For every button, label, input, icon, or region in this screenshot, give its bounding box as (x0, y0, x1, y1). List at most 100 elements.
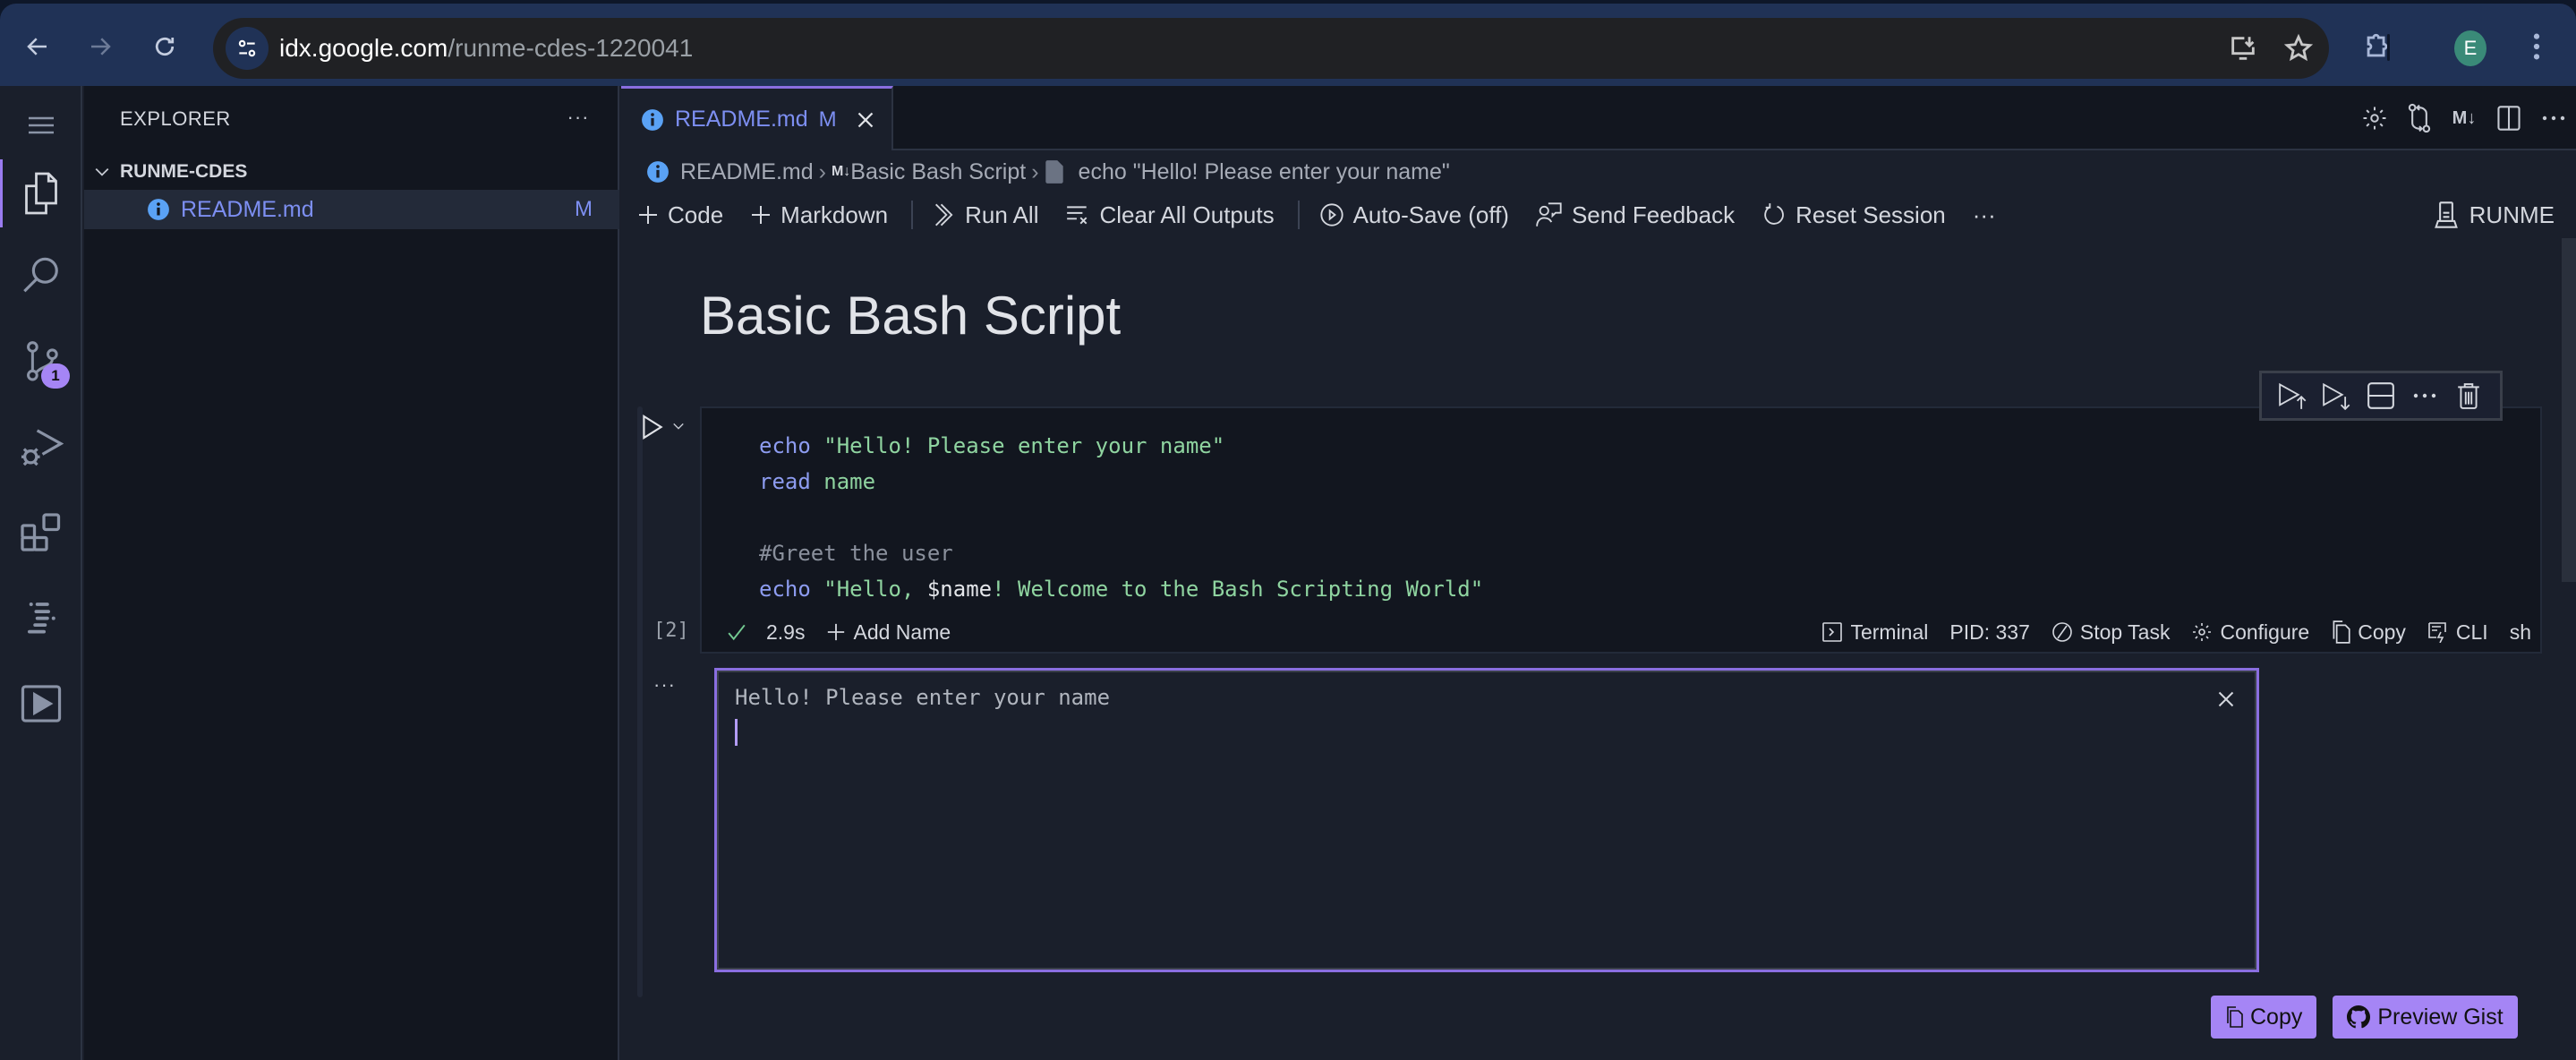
chevron-right-icon: › (818, 158, 826, 184)
success-check-icon (727, 622, 746, 642)
code-token: echo (759, 577, 811, 602)
run-above-button[interactable] (2273, 378, 2313, 414)
cli-button[interactable]: CLI (2427, 620, 2488, 645)
code-content[interactable]: echo "Hello! Please enter your name" read… (759, 428, 1483, 607)
extensions-icon (21, 513, 61, 551)
explorer-sidebar: EXPLORER ··· RUNME-CDES README.md M (84, 86, 619, 1060)
tab-close-button[interactable] (853, 107, 878, 132)
add-markdown-button[interactable]: Markdown (750, 201, 888, 229)
terminal-output[interactable]: Hello! Please enter your name (714, 668, 2259, 972)
code-token: echo (759, 433, 811, 458)
add-code-button[interactable]: Code (637, 201, 723, 229)
open-terminal-button[interactable]: Terminal (1821, 620, 1928, 645)
send-feedback-button[interactable]: Send Feedback (1536, 201, 1735, 229)
markdown-heading[interactable]: Basic Bash Script (700, 285, 1121, 346)
back-button[interactable] (20, 29, 55, 64)
code-line[interactable]: read name (759, 464, 1483, 500)
play-icon (643, 415, 663, 440)
code-line[interactable]: echo "Hello! Please enter your name" (759, 428, 1483, 464)
outline-icon (28, 603, 55, 634)
activity-explorer[interactable] (0, 152, 82, 235)
arrow-left-icon (27, 38, 47, 56)
site-info-button[interactable] (226, 27, 269, 70)
editor-scrollbar[interactable] (2562, 238, 2576, 582)
split-editor-icon (2497, 106, 2521, 131)
copy-command-button[interactable]: Copy (2331, 620, 2406, 645)
auto-save-toggle[interactable]: Auto-Save (off) (1319, 201, 1509, 229)
clear-outputs-button[interactable]: Clear All Outputs (1065, 201, 1275, 229)
delete-cell-button[interactable] (2449, 378, 2488, 414)
code-token: #Greet the user (759, 541, 953, 566)
open-markdown-button[interactable]: M↓ (2442, 100, 2486, 136)
activity-source-control[interactable]: 1 (0, 321, 82, 403)
cell-more-button[interactable] (2405, 378, 2444, 414)
code-line[interactable]: echo "Hello, $name! Welcome to the Bash … (759, 571, 1483, 607)
run-below-icon (2323, 382, 2350, 410)
run-above-icon (2278, 382, 2306, 409)
toolbar-more-button[interactable]: ··· (1973, 201, 1996, 229)
preview-gist-button[interactable]: Preview Gist (2333, 996, 2518, 1039)
compare-changes-button[interactable] (2397, 100, 2442, 136)
server-icon (2434, 201, 2459, 229)
terminal-icon (1821, 621, 1843, 643)
code-line[interactable]: #Greet the user (759, 535, 1483, 571)
editor-more-button[interactable] (2531, 100, 2576, 136)
bookmark-button[interactable] (2282, 32, 2315, 64)
hamburger-icon (29, 116, 54, 134)
gear-icon (2191, 621, 2213, 643)
tab-readme[interactable]: README.md M (621, 86, 893, 150)
profile-avatar[interactable]: E (2454, 30, 2486, 66)
run-below-button[interactable] (2317, 378, 2357, 414)
activity-search[interactable] (0, 235, 82, 317)
activity-extensions[interactable] (0, 492, 82, 575)
feedback-icon (1536, 201, 1563, 228)
sidebar-more-button[interactable]: ··· (560, 102, 596, 132)
add-name-button[interactable]: Add Name (826, 620, 951, 645)
stop-task-button[interactable]: Stop Task (2051, 620, 2170, 645)
more-icon (2542, 115, 2565, 121)
activity-run-debug[interactable] (0, 406, 82, 489)
info-icon (647, 161, 669, 183)
close-output-button[interactable] (2212, 685, 2240, 714)
cell-status-bar: 2.9s Add Name Terminal PID: 337 Stop Tas… (700, 614, 2542, 650)
output-more-button[interactable]: ··· (653, 673, 676, 697)
tab-bar: README.md M M↓ (621, 86, 2576, 150)
file-name: README.md (181, 196, 314, 222)
play-circle-icon (1319, 202, 1344, 227)
reset-session-button[interactable]: Reset Session (1761, 201, 1946, 229)
trash-icon (2458, 383, 2480, 409)
close-icon (857, 112, 873, 127)
install-app-button[interactable] (2227, 32, 2259, 64)
plus-icon (750, 204, 772, 226)
run-options-button[interactable] (670, 417, 687, 435)
breadcrumb-cell[interactable]: echo "Hello! Please enter your name" (1045, 159, 1450, 185)
split-editor-button[interactable] (2486, 100, 2531, 136)
browser-menu-button[interactable] (2519, 29, 2555, 64)
run-cell-button[interactable] (639, 412, 666, 442)
kernel-picker[interactable]: RUNME (2434, 193, 2555, 236)
close-icon (2218, 691, 2234, 707)
activity-outline[interactable] (0, 577, 82, 659)
address-bar[interactable]: idx.google.com/runme-cdes-1220041 (213, 18, 2329, 79)
settings-button[interactable] (2352, 100, 2397, 136)
forward-button[interactable] (82, 29, 118, 64)
split-cell-button[interactable] (2361, 378, 2401, 414)
breadcrumb: README.md › M↓ Basic Bash Script › echo … (646, 156, 1450, 188)
activity-runme[interactable] (0, 662, 82, 745)
copy-output-button[interactable]: Copy (2211, 996, 2317, 1039)
reload-button[interactable] (147, 29, 183, 64)
cell-language[interactable]: sh (2510, 620, 2531, 645)
browser-toolbar: idx.google.com/runme-cdes-1220041 E (0, 4, 2576, 86)
code-line[interactable] (759, 500, 1483, 535)
extensions-button[interactable] (2359, 29, 2395, 64)
run-all-button[interactable]: Run All (933, 201, 1038, 229)
sidebar-title: EXPLORER (120, 107, 231, 130)
breadcrumb-section[interactable]: M↓ Basic Bash Script (832, 159, 1026, 185)
breadcrumb-file[interactable]: README.md (646, 159, 814, 185)
info-icon (148, 199, 169, 220)
url-text[interactable]: idx.google.com/runme-cdes-1220041 (279, 34, 693, 63)
toolbar-divider (911, 201, 914, 229)
folder-row[interactable]: RUNME-CDES (84, 154, 619, 190)
configure-button[interactable]: Configure (2191, 620, 2309, 645)
file-item[interactable]: README.md M (84, 190, 619, 229)
